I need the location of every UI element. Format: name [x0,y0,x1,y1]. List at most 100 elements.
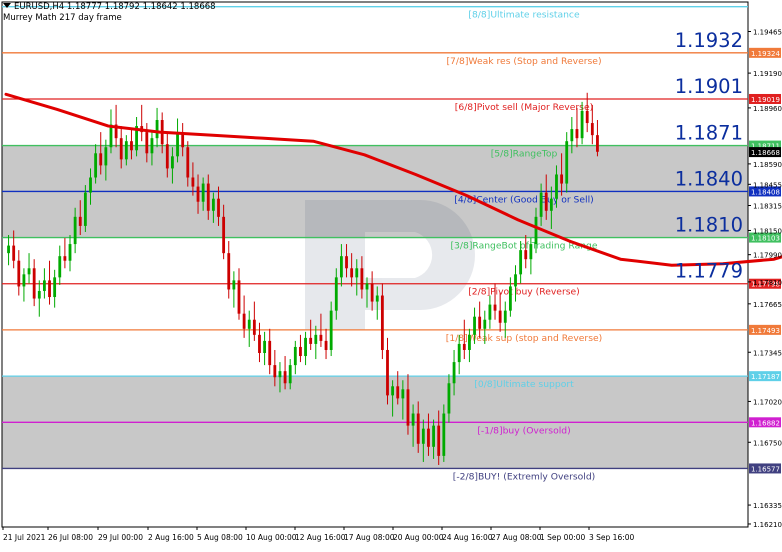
x-tick-label: 10 Aug 00:00 [246,533,297,542]
candle-body [396,386,400,399]
candle-body [452,362,456,384]
candle-body [201,183,205,202]
candle-body [442,413,446,456]
x-tick-label: 12 Aug 16:00 [295,533,346,542]
candle-body [329,310,333,350]
current-price-label: 1.18668 [751,149,780,157]
candle-body [468,334,471,350]
candle-body [555,174,558,199]
candle-body [252,319,256,335]
candle-body [590,123,594,136]
candle-body [334,277,338,311]
candle-body [278,371,282,378]
y-tick-label: 1.16335 [753,502,782,510]
candle-body [176,132,179,157]
candle-body [529,244,533,260]
candle-body [350,268,354,278]
candle-body [498,310,502,323]
candle-body [549,198,553,211]
candle-body [227,253,231,290]
candle-body [493,304,497,311]
candle-body [53,277,57,298]
y-tick-label: 1.17020 [753,398,782,406]
candle-body [42,280,46,291]
candle-body [324,340,328,350]
x-tick-label: 24 Aug 16:00 [442,533,493,542]
price-tag-label: 1.19324 [751,50,780,58]
price-chart: [8/8]Ultimate resistance [7/8]Weak res (S… [1,1,782,542]
candle-body [242,313,246,329]
candle-body [288,365,292,384]
y-tick-label: 1.16210 [753,521,782,529]
candle-body [150,138,154,154]
gray-range-band [2,422,748,469]
candle-body [560,174,564,184]
candle-body [309,337,313,344]
candle-body [534,216,538,245]
x-axis: 21 Jul 2021 26 Jul 08:00 29 Jul 00:00 2 Aug… [2,527,635,542]
y-tick-label: 1.18960 [753,105,782,113]
candle-body [293,346,297,366]
price-tag-label: 1.17493 [751,327,780,335]
candle-body [268,340,272,366]
y-tick-label: 1.17810 [753,279,782,287]
candle-body [345,256,348,269]
candle-body [186,147,190,178]
x-tick-label: 17 Aug 08:00 [344,533,395,542]
gray-range-band [2,376,748,423]
candle-body [386,349,389,396]
dropdown-triangle-icon[interactable] [3,3,11,8]
candle-body [94,153,98,178]
price-tag-label: 1.18408 [751,188,780,196]
y-tick-label: 1.18150 [753,227,782,235]
candle-body [570,129,574,142]
big-level-label: 1.1840 [675,167,743,190]
candle-body [37,290,41,299]
candle-body [263,340,267,354]
x-tick-label: 29 Jul 00:00 [98,533,143,542]
murrey-level-label: [2/8]Pivot buy (Reverse) [468,287,580,298]
price-tag-label: 1.18103 [751,235,780,243]
price-tag-label: 1.17187 [751,373,780,381]
x-tick-label: 1 Sep 00:00 [540,533,586,542]
y-tick-label: 1.17665 [753,301,782,309]
symbol-line: EURUSD,H4 1.18777 1.18792 1.18642 1.1866… [14,2,216,12]
candle-body [12,245,16,261]
candle-body [319,334,323,341]
candle-body [273,365,277,378]
candle-body [596,135,599,152]
candle-body [355,268,359,278]
candle-body [401,389,405,399]
candle-body [437,425,441,456]
price-tag-label: 1.16882 [751,419,780,427]
candle-body [22,274,26,287]
candle-body [391,386,395,396]
candle-body [462,343,466,350]
candle-body [32,268,36,299]
candle-body [575,129,579,139]
candle-body [17,260,21,287]
candle-body [457,343,461,363]
y-tick-label: 1.16750 [753,439,782,447]
candle-body [258,334,261,354]
candle-body [365,283,369,290]
candle-body [416,413,420,444]
candle-body [483,319,487,329]
candle-body [411,413,415,426]
price-tag-label: 1.16577 [751,465,780,473]
murrey-level-label: [-1/8]buy (Oversold) [477,425,570,436]
murrey-level-label: [5/8]RangeTop [491,149,558,160]
candle-body [565,141,569,184]
candle-body [585,110,589,124]
candle-body [304,337,307,357]
candle-body [519,250,523,275]
candle-body [222,216,226,254]
y-tick-label: 1.17345 [753,349,782,357]
candle-body [473,316,476,335]
candle-body [339,256,343,278]
big-level-label: 1.1779 [675,260,743,283]
candle-body [104,147,108,166]
candle-body [247,319,251,329]
y-tick-label: 1.18315 [753,202,782,210]
candle-body [83,192,87,226]
